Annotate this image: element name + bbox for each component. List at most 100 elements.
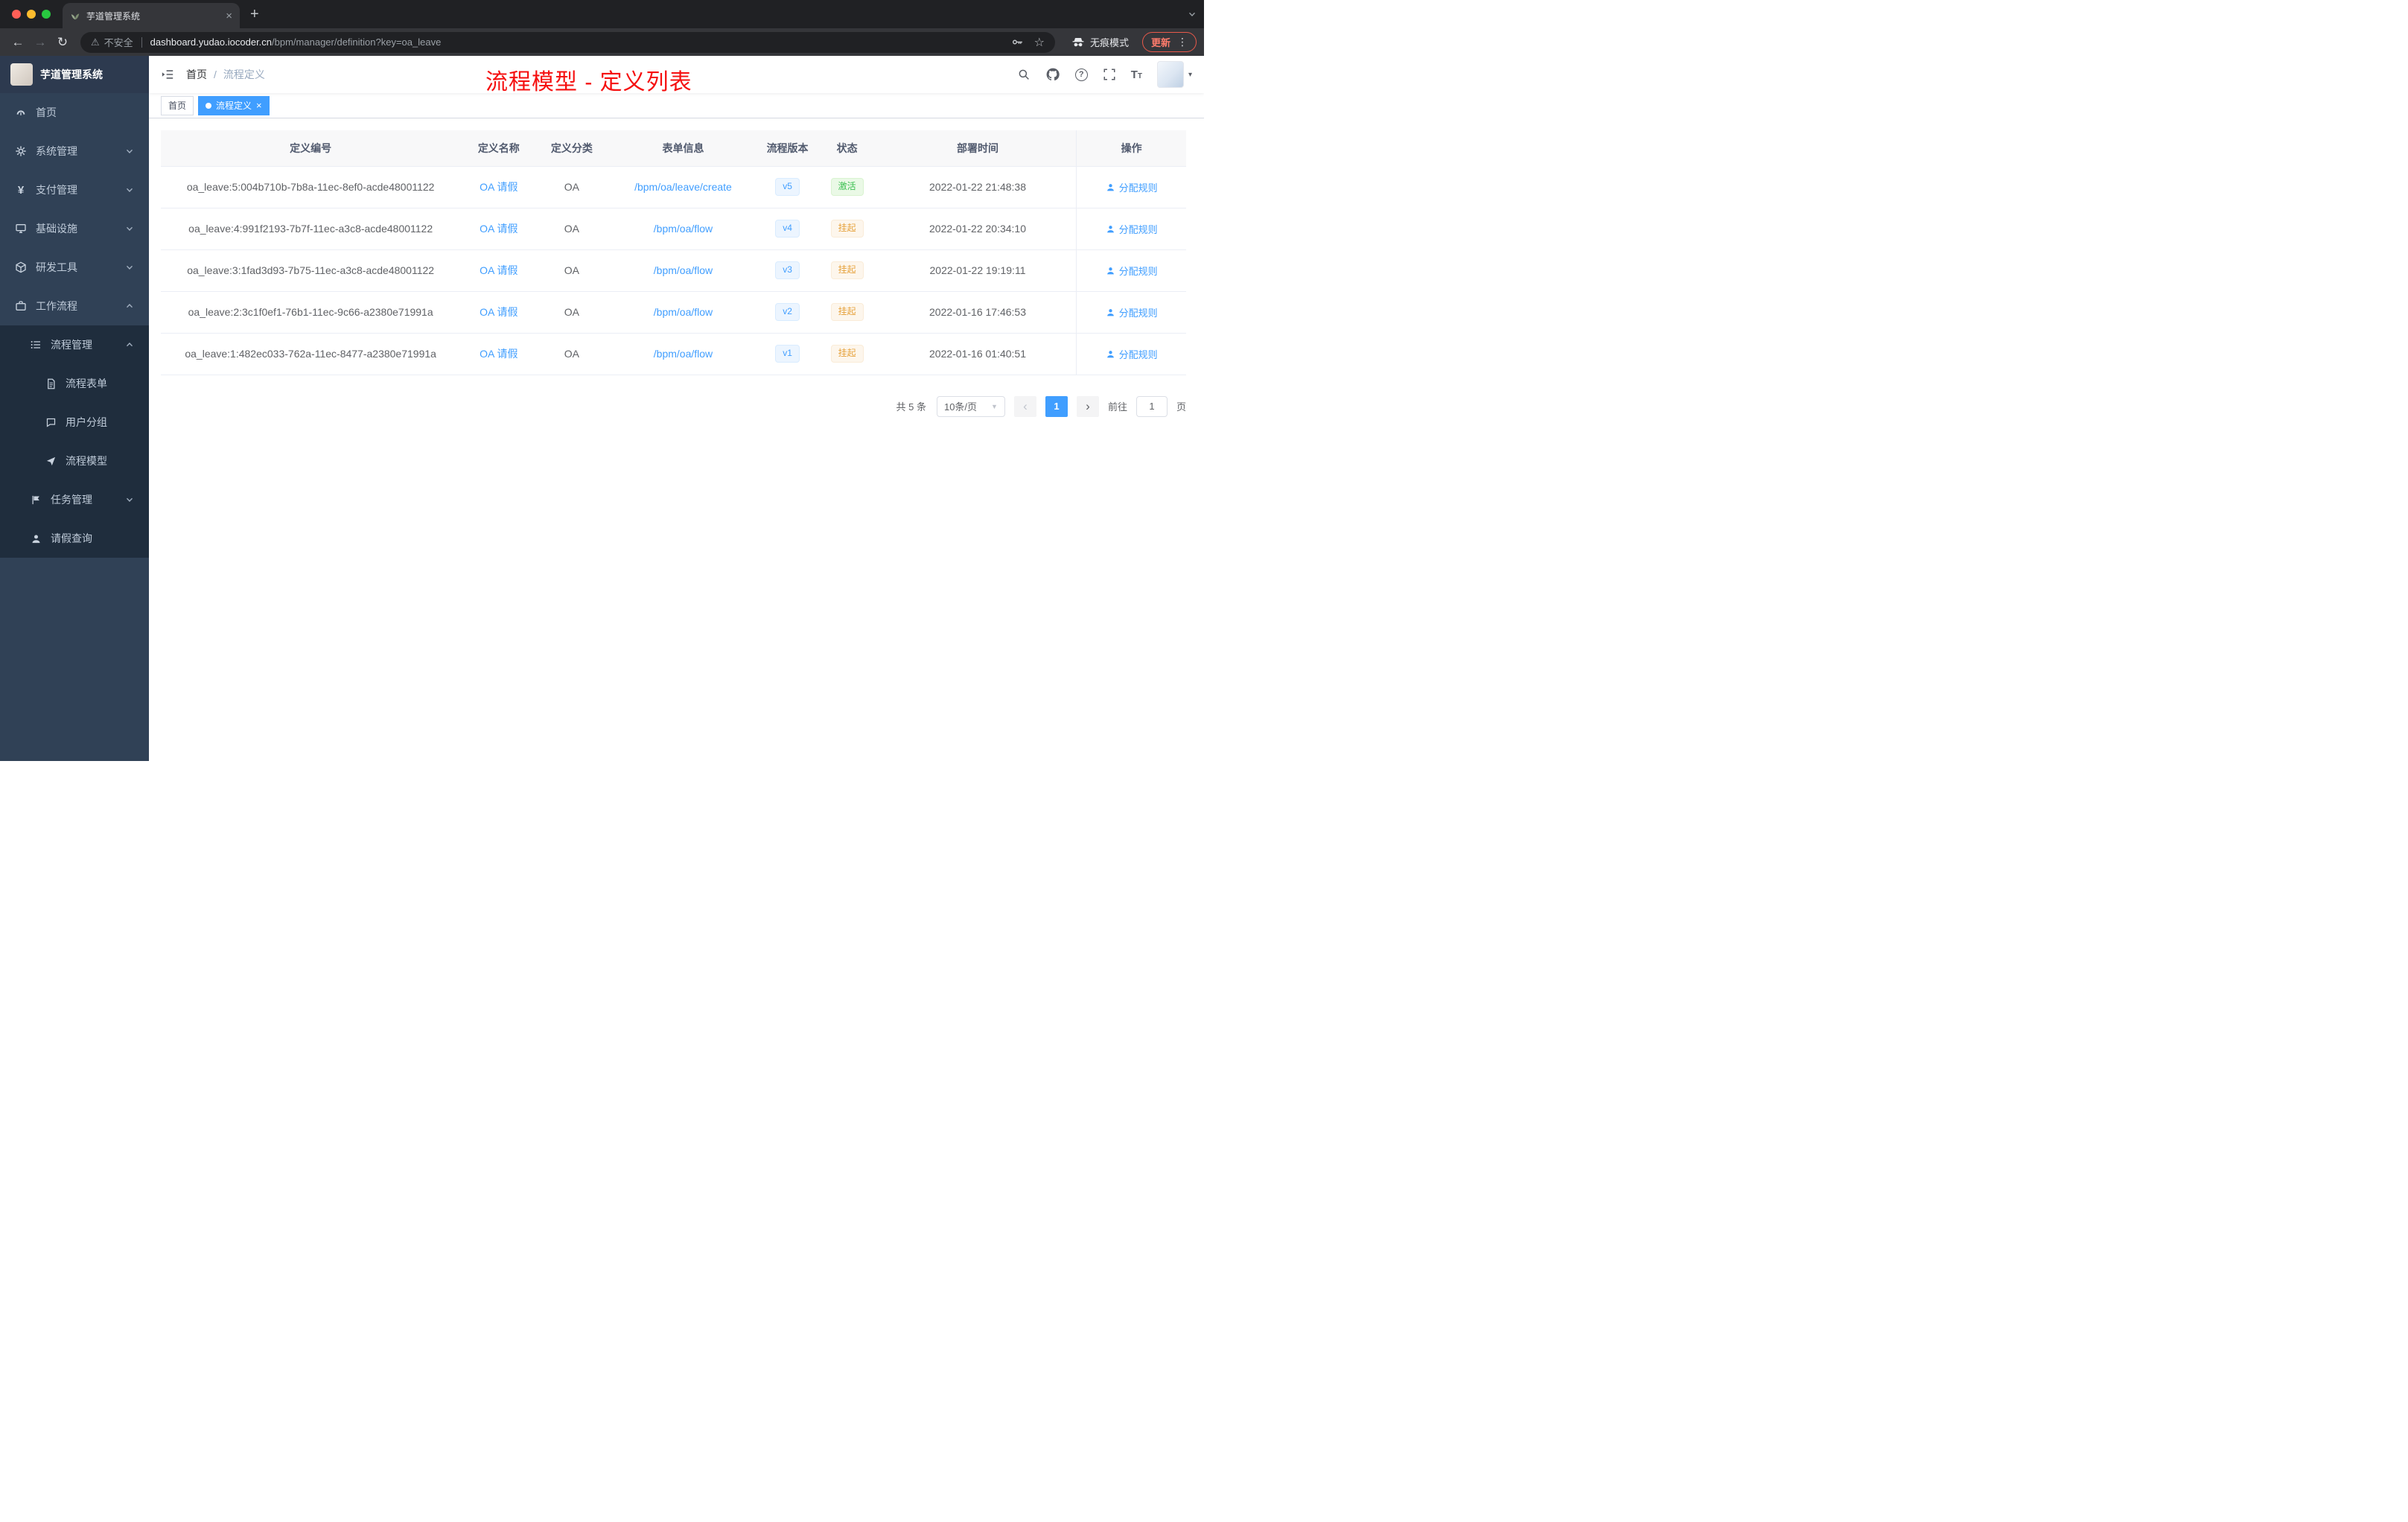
sidebar-item-workflow[interactable]: 工作流程: [0, 287, 149, 325]
sidebar-toggle-icon[interactable]: [161, 68, 174, 81]
security-label[interactable]: 不安全: [104, 35, 133, 49]
sidebar-item-process-management[interactable]: 流程管理: [0, 325, 149, 364]
sidebar-item-label: 系统管理: [36, 145, 77, 157]
window-close-button[interactable]: [12, 10, 21, 19]
fullscreen-icon[interactable]: [1103, 68, 1116, 81]
sidebar-item-process-form[interactable]: 流程表单: [0, 364, 149, 403]
sidebar: 芋道管理系统 首页 系统管理 ¥ 支付管理 基础设施 研发工具 工作流程 流程管…: [0, 56, 149, 761]
tab-close-icon[interactable]: ×: [226, 10, 232, 22]
password-key-icon[interactable]: [1011, 36, 1024, 48]
sidebar-item-payment[interactable]: ¥ 支付管理: [0, 171, 149, 209]
cell-deploy-time: 2022-01-22 19:19:11: [879, 249, 1077, 292]
sidebar-item-infrastructure[interactable]: 基础设施: [0, 209, 149, 248]
table-row: oa_leave:4:991f2193-7b7f-11ec-a3c8-acde4…: [161, 208, 1186, 250]
goto-page-input[interactable]: [1135, 395, 1168, 417]
assign-rule-link[interactable]: 分配规则: [1106, 305, 1158, 319]
sidebar-item-label: 支付管理: [36, 184, 77, 196]
tag-process-definition[interactable]: 流程定义 ×: [198, 95, 270, 115]
cell-definition-id: oa_leave:3:1fad3d93-7b75-11ec-a3c8-acde4…: [161, 249, 461, 292]
bookmark-star-icon[interactable]: ☆: [1034, 35, 1045, 50]
help-icon[interactable]: ?: [1074, 68, 1088, 81]
current-page-button[interactable]: 1: [1045, 395, 1068, 417]
sidebar-item-leave-query[interactable]: 请假查询: [0, 519, 149, 558]
form-link[interactable]: /bpm/oa/leave/create: [634, 181, 732, 193]
sidebar-item-user-group[interactable]: 用户分组: [0, 403, 149, 442]
chevron-down-icon: [125, 224, 134, 233]
table-row: oa_leave:5:004b710b-7b8a-11ec-8ef0-acde4…: [161, 166, 1186, 208]
incognito-label: 无痕模式: [1089, 37, 1129, 48]
avatar[interactable]: [1156, 61, 1184, 88]
cube-icon: [15, 261, 27, 273]
user-menu[interactable]: ▾: [1156, 61, 1192, 88]
sidebar-item-system[interactable]: 系统管理: [0, 132, 149, 171]
cell-definition-id: oa_leave:2:3c1f0ef1-76b1-11ec-9c66-a2380…: [161, 291, 461, 334]
column-header: 定义分类: [537, 130, 607, 167]
page-size-select[interactable]: 10条/页 ▼: [936, 395, 1005, 417]
page-annotation: 流程模型 - 定义列表: [485, 70, 692, 95]
favicon-icon: [70, 10, 80, 21]
reload-icon[interactable]: ↻: [52, 32, 73, 53]
list-icon: [30, 339, 42, 351]
next-page-button[interactable]: ›: [1076, 395, 1099, 417]
sidebar-item-label: 请假查询: [51, 532, 92, 544]
browser-tab[interactable]: 芋道管理系统 ×: [63, 3, 240, 28]
tab-search-icon[interactable]: [1188, 10, 1197, 19]
monitor-icon: [15, 223, 27, 235]
assign-rule-link[interactable]: 分配规则: [1106, 264, 1158, 278]
status-badge: 挂起: [830, 220, 864, 238]
browser-menu-icon[interactable]: ⋮: [1177, 36, 1188, 48]
sidebar-item-home[interactable]: 首页: [0, 93, 149, 132]
assign-rule-link[interactable]: 分配规则: [1106, 222, 1158, 236]
window-zoom-button[interactable]: [42, 10, 51, 19]
navbar: 首页 / 流程定义 流程模型 - 定义列表 ? TT ▾: [149, 56, 1204, 95]
sidebar-item-label: 流程表单: [66, 378, 107, 389]
tab-title: 芋道管理系统: [86, 10, 141, 22]
sidebar-item-task-management[interactable]: 任务管理: [0, 480, 149, 519]
window-minimize-button[interactable]: [27, 10, 36, 19]
github-icon[interactable]: [1045, 67, 1060, 82]
cell-category: OA: [537, 249, 607, 292]
sidebar-item-label: 首页: [36, 106, 57, 118]
definition-name-link[interactable]: OA 请假: [480, 223, 517, 235]
search-icon[interactable]: [1017, 68, 1031, 81]
sidebar-item-devtools[interactable]: 研发工具: [0, 248, 149, 287]
back-icon[interactable]: ←: [7, 32, 28, 53]
address-bar[interactable]: ⚠ 不安全 dashboard.yudao.iocoder.cn /bpm/ma…: [80, 31, 1055, 53]
cell-deploy-time: 2022-01-22 21:48:38: [879, 166, 1077, 208]
gear-icon: [15, 145, 27, 157]
sidebar-logo[interactable]: 芋道管理系统: [0, 56, 149, 93]
form-link[interactable]: /bpm/oa/flow: [654, 348, 713, 360]
tag-label: 首页: [168, 101, 187, 111]
column-header: 流程版本: [759, 130, 815, 167]
form-link[interactable]: /bpm/oa/flow: [654, 223, 713, 235]
breadcrumb-home[interactable]: 首页: [186, 67, 207, 82]
definition-name-link[interactable]: OA 请假: [480, 306, 517, 318]
font-size-icon[interactable]: TT: [1131, 69, 1142, 80]
form-link[interactable]: /bpm/oa/flow: [654, 264, 713, 276]
page-unit-label: 页: [1176, 401, 1186, 413]
version-badge: v4: [775, 220, 800, 238]
sidebar-item-process-model[interactable]: 流程模型: [0, 442, 149, 480]
assign-rule-link[interactable]: 分配规则: [1106, 347, 1158, 361]
prev-page-button[interactable]: ‹: [1013, 395, 1036, 417]
breadcrumb: 首页 / 流程定义: [186, 67, 265, 82]
incognito-badge: 无痕模式: [1071, 35, 1129, 49]
cell-definition-id: oa_leave:4:991f2193-7b7f-11ec-a3c8-acde4…: [161, 208, 461, 250]
chevron-up-icon: [125, 302, 134, 311]
tag-close-icon[interactable]: ×: [256, 101, 262, 110]
update-label: 更新: [1150, 37, 1170, 48]
chevron-up-icon: [125, 340, 134, 349]
update-button[interactable]: 更新 ⋮: [1141, 32, 1197, 52]
definition-name-link[interactable]: OA 请假: [480, 348, 517, 360]
definition-name-link[interactable]: OA 请假: [480, 264, 517, 276]
security-warning-icon: ⚠: [91, 36, 100, 48]
table-row: oa_leave:1:482ec033-762a-11ec-8477-a2380…: [161, 333, 1186, 375]
select-caret-icon: ▼: [991, 402, 998, 410]
definition-name-link[interactable]: OA 请假: [480, 181, 517, 193]
tag-home[interactable]: 首页: [161, 95, 194, 115]
new-tab-button[interactable]: +: [250, 7, 259, 22]
form-link[interactable]: /bpm/oa/flow: [654, 306, 713, 318]
forward-icon[interactable]: →: [30, 32, 51, 53]
chevron-down-icon: [125, 495, 134, 504]
assign-rule-link[interactable]: 分配规则: [1106, 180, 1158, 194]
